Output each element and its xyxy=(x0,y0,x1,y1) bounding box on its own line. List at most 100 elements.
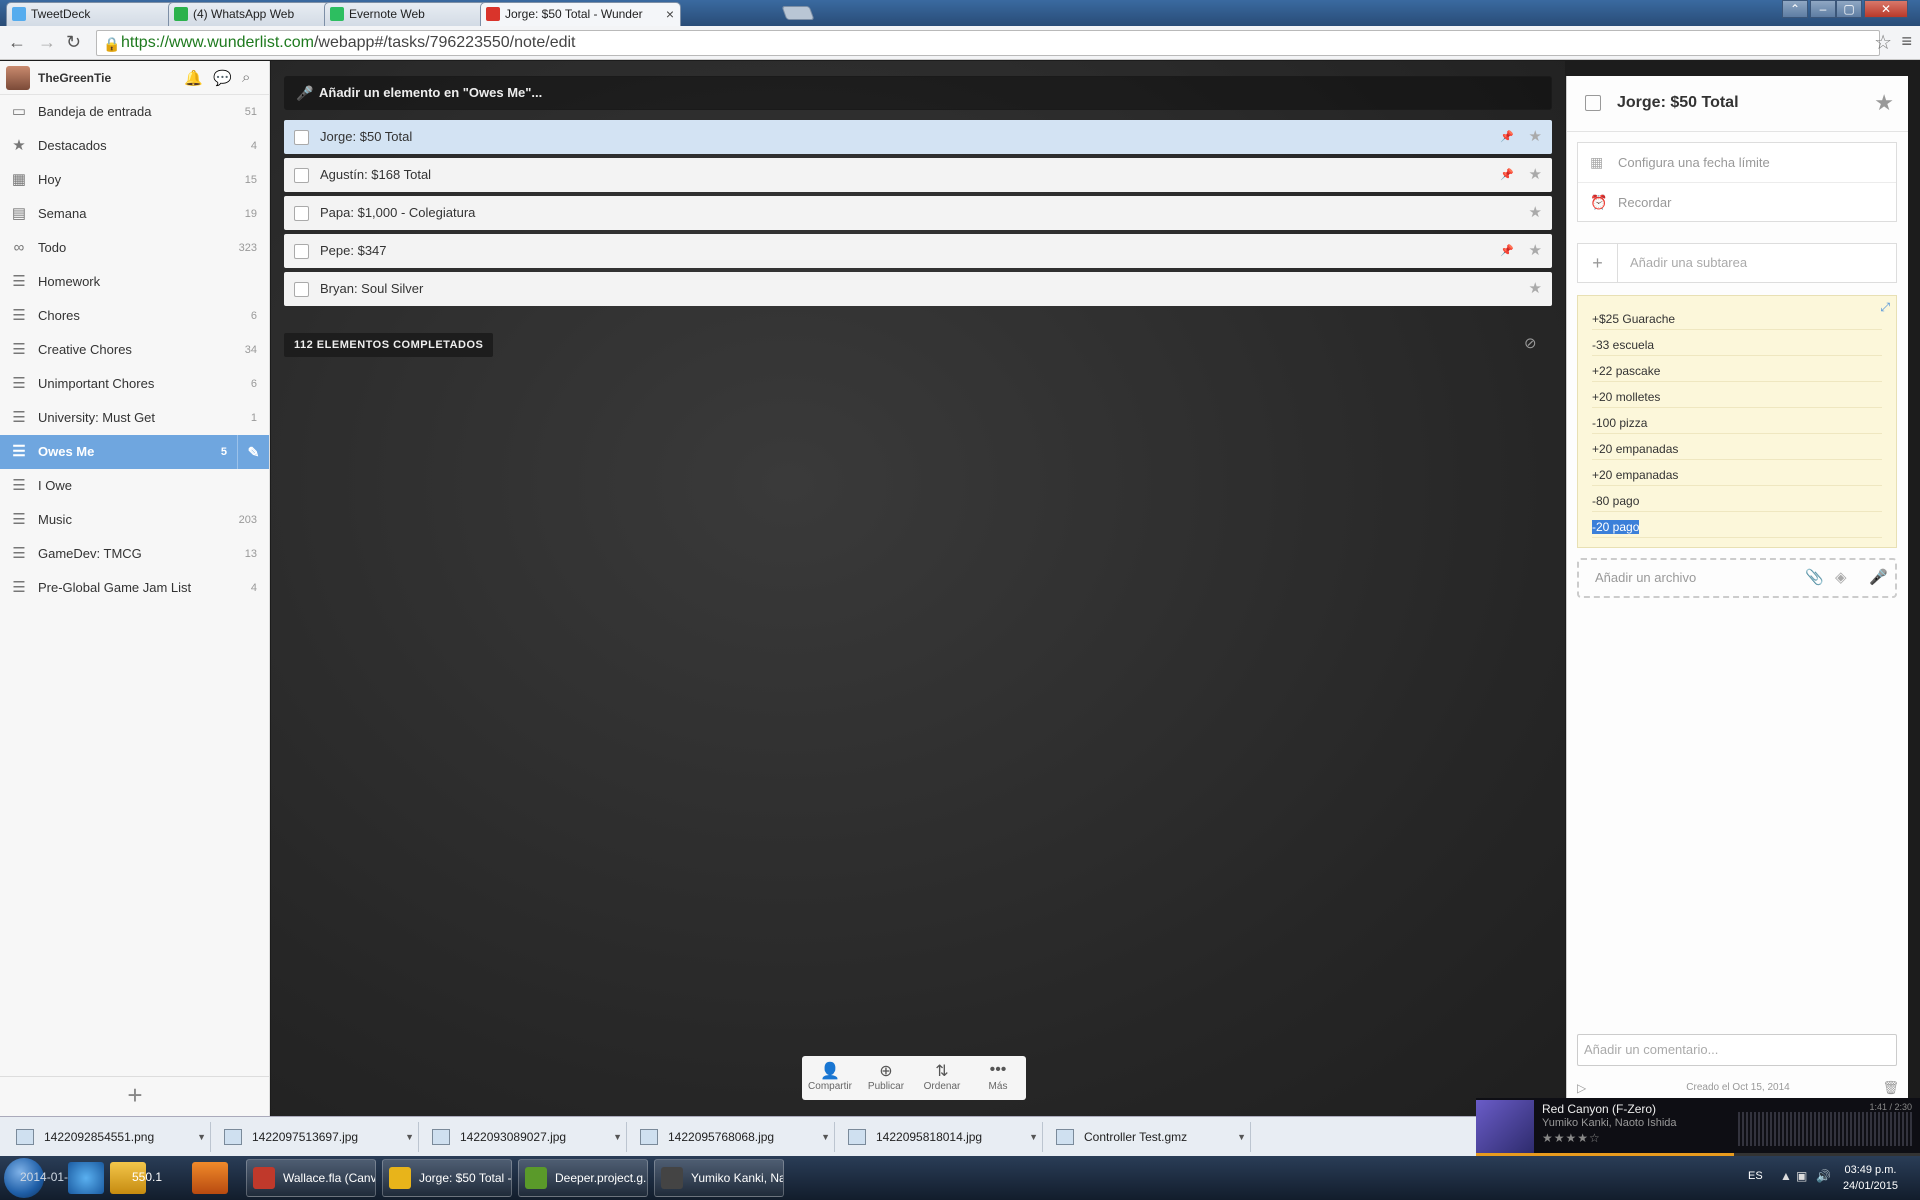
task-checkbox[interactable] xyxy=(294,168,309,183)
taskbar-app-button[interactable]: Jorge: $50 Total - ... xyxy=(382,1159,512,1197)
toolbar-button-ordenar[interactable]: ⇅ Ordenar xyxy=(916,1061,968,1100)
detail-complete-checkbox[interactable] xyxy=(1585,95,1601,111)
task-star-icon[interactable]: ★ xyxy=(1529,272,1542,306)
download-menu-arrow-icon[interactable]: ▼ xyxy=(197,1122,206,1152)
plus-icon[interactable]: + xyxy=(1578,244,1618,282)
avatar[interactable] xyxy=(6,66,30,90)
sidebar-item[interactable]: ☰ Owes Me 5 ✎ xyxy=(0,435,269,469)
task-row[interactable]: Papa: $1,000 - Colegiatura ★ xyxy=(284,196,1552,230)
pin-icon[interactable]: 📌 xyxy=(1500,234,1514,268)
toolbar-button-compartir[interactable]: 👤 Compartir xyxy=(804,1061,856,1100)
taskbar-app-button[interactable]: Yumiko Kanki, Na... xyxy=(654,1159,784,1197)
clock[interactable]: 03:49 p.m. 24/01/2015 xyxy=(1843,1162,1898,1194)
network-icon[interactable]: ▣ xyxy=(1796,1169,1807,1183)
toolbar-button-publicar[interactable]: ⊕ Publicar xyxy=(860,1061,912,1100)
username[interactable]: TheGreenTie xyxy=(38,71,111,85)
bookmark-star-icon[interactable]: ☆ xyxy=(1874,30,1892,55)
task-title[interactable]: Jorge: $50 Total xyxy=(320,129,412,144)
expand-note-icon[interactable]: ⤢ xyxy=(1880,300,1890,315)
tab-close-icon[interactable]: × xyxy=(666,3,674,25)
task-star-icon[interactable]: ★ xyxy=(1529,196,1542,230)
sidebar-item[interactable]: ☰ GameDev: TMCG 13 xyxy=(0,537,269,571)
comment-input[interactable]: Añadir un comentario... xyxy=(1577,1034,1897,1066)
hide-completed-icon[interactable]: ⊘ xyxy=(1524,334,1537,352)
internet-explorer-icon[interactable] xyxy=(68,1162,104,1194)
taskbar-app-button[interactable]: Wallace.fla (Canv... xyxy=(246,1159,376,1197)
task-row[interactable]: Bryan: Soul Silver ★ xyxy=(284,272,1552,306)
paperclip-icon[interactable]: 📎 xyxy=(1805,560,1824,596)
download-menu-arrow-icon[interactable]: ▼ xyxy=(1029,1122,1038,1152)
download-menu-arrow-icon[interactable]: ▼ xyxy=(613,1122,622,1152)
task-row[interactable]: Pepe: $347 📌 ★ xyxy=(284,234,1552,268)
comment-bubble-icon[interactable]: 💬 xyxy=(213,69,232,87)
bell-icon[interactable]: 🔔 xyxy=(184,69,203,87)
task-star-icon[interactable]: ★ xyxy=(1529,158,1542,192)
sidebar-item[interactable]: ★ Destacados 4 xyxy=(0,129,269,163)
volume-icon[interactable]: 🔊 xyxy=(1816,1169,1831,1183)
close-window-icon[interactable]: ✕ xyxy=(1864,0,1908,18)
sidebar-item[interactable]: ▤ Semana 19 xyxy=(0,197,269,231)
task-title[interactable]: Papa: $1,000 - Colegiatura xyxy=(320,205,475,220)
hide-detail-icon[interactable]: ▷ xyxy=(1577,1076,1586,1100)
task-star-icon[interactable]: ★ xyxy=(1529,120,1542,154)
task-row[interactable]: Agustín: $168 Total 📌 ★ xyxy=(284,158,1552,192)
sidebar-item[interactable]: ☰ I Owe xyxy=(0,469,269,503)
sidebar-item[interactable]: ☰ University: Must Get 1 xyxy=(0,401,269,435)
task-checkbox[interactable] xyxy=(294,244,309,259)
tray-expand-icon[interactable]: ▲ xyxy=(1780,1169,1792,1183)
download-menu-arrow-icon[interactable]: ▼ xyxy=(405,1122,414,1152)
edit-pencil-icon[interactable]: ✎ xyxy=(237,435,269,469)
detail-title[interactable]: Jorge: $50 Total xyxy=(1617,94,1739,112)
search-icon[interactable]: ⌕ xyxy=(242,69,250,86)
download-item[interactable]: 1422095818014.jpg ▼ xyxy=(836,1122,1043,1152)
toolbar-button-más[interactable]: ••• Más xyxy=(972,1061,1024,1100)
task-checkbox[interactable] xyxy=(294,130,309,145)
task-title[interactable]: Bryan: Soul Silver xyxy=(320,281,423,296)
browser-tab[interactable]: Jorge: $50 Total - Wunder × xyxy=(480,2,681,26)
browser-menu-icon[interactable]: ≡ xyxy=(1901,31,1912,52)
window-profile-icon[interactable]: ⌃ xyxy=(1782,0,1808,18)
sidebar-item[interactable]: ☰ Music 203 xyxy=(0,503,269,537)
download-menu-arrow-icon[interactable]: ▼ xyxy=(1237,1122,1246,1152)
sidebar-item[interactable]: ▦ Hoy 15 xyxy=(0,163,269,197)
download-item[interactable]: 1422092854551.png ▼ xyxy=(4,1122,211,1152)
sidebar-item[interactable]: ☰ Homework xyxy=(0,265,269,299)
reminder-field[interactable]: ⏰ Recordar xyxy=(1578,182,1896,221)
sidebar-item[interactable]: ☰ Chores 6 xyxy=(0,299,269,333)
add-file-dropzone[interactable]: Añadir un archivo 📎 ◈ 🎤 xyxy=(1577,558,1897,598)
language-indicator[interactable]: ES xyxy=(1748,1170,1763,1182)
forward-icon[interactable]: → xyxy=(38,32,56,53)
task-title[interactable]: Pepe: $347 xyxy=(320,243,387,258)
task-checkbox[interactable] xyxy=(294,282,309,297)
due-date-field[interactable]: ▦ Configura una fecha límite xyxy=(1578,143,1896,182)
detail-star-icon[interactable]: ★ xyxy=(1874,90,1894,116)
add-list-button[interactable]: + xyxy=(0,1076,270,1116)
dropbox-icon[interactable]: ◈ xyxy=(1835,560,1847,596)
maximize-icon[interactable]: ▢ xyxy=(1836,0,1862,18)
task-title[interactable]: Agustín: $168 Total xyxy=(320,167,431,182)
new-tab-button[interactable] xyxy=(781,6,815,20)
sidebar-item[interactable]: ☰ Unimportant Chores 6 xyxy=(0,367,269,401)
pin-icon[interactable]: 📌 xyxy=(1500,120,1514,154)
task-checkbox[interactable] xyxy=(294,206,309,221)
media-player-icon[interactable] xyxy=(192,1162,228,1194)
pin-icon[interactable]: 📌 xyxy=(1500,158,1514,192)
minimize-icon[interactable]: – xyxy=(1810,0,1836,18)
reload-icon[interactable]: ↻ xyxy=(66,32,81,53)
microphone-icon[interactable]: 🎤 xyxy=(296,77,313,109)
trash-icon[interactable]: 🗑 xyxy=(1882,1076,1899,1100)
sidebar-item[interactable]: ∞ Todo 323 xyxy=(0,231,269,265)
sidebar-item[interactable]: ▭ Bandeja de entrada 51 xyxy=(0,95,269,129)
download-menu-arrow-icon[interactable]: ▼ xyxy=(821,1122,830,1152)
download-item[interactable]: 1422097513697.jpg ▼ xyxy=(212,1122,419,1152)
sidebar-item[interactable]: ☰ Creative Chores 34 xyxy=(0,333,269,367)
url-field[interactable]: 🔒 https://www.wunderlist.com/webapp#/tas… xyxy=(96,30,1880,56)
completed-items-toggle[interactable]: 112 ELEMENTOS COMPLETADOS xyxy=(284,333,494,357)
task-row[interactable]: Jorge: $50 Total 📌 ★ xyxy=(284,120,1552,154)
download-item[interactable]: 1422093089027.jpg ▼ xyxy=(420,1122,627,1152)
taskbar-app-button[interactable]: Deeper.project.g... xyxy=(518,1159,648,1197)
task-star-icon[interactable]: ★ xyxy=(1529,234,1542,268)
download-item[interactable]: Controller Test.gmz ▼ xyxy=(1044,1122,1251,1152)
note-editor[interactable]: ⤢ +$25 Guarache -33 escuela +22 pascake +20… xyxy=(1577,295,1897,548)
add-subtask-field[interactable]: + Añadir una subtarea xyxy=(1577,243,1897,283)
